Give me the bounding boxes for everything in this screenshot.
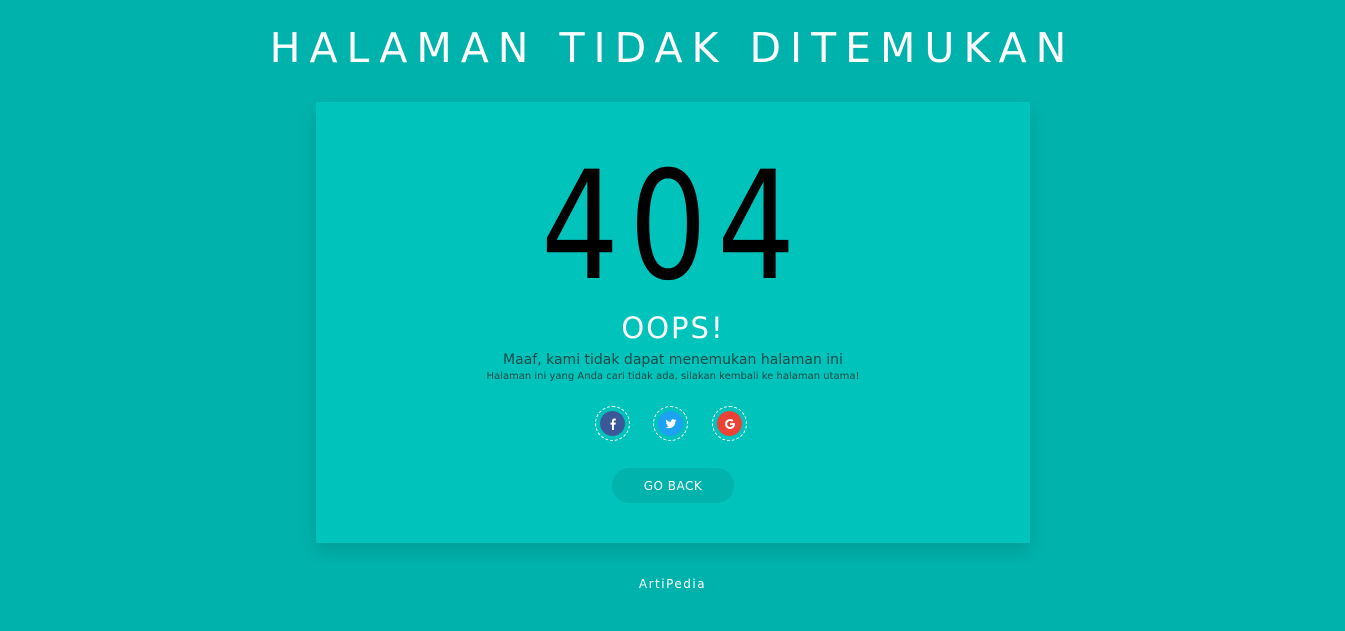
error-card: 404 OOPS! Maaf, kami tidak dapat menemuk… xyxy=(316,102,1030,543)
twitter-icon xyxy=(658,411,683,436)
facebook-icon xyxy=(600,411,625,436)
page-title: HALAMAN TIDAK DITEMUKAN xyxy=(269,24,1076,72)
go-back-button[interactable]: GO BACK xyxy=(612,468,734,503)
social-links xyxy=(316,406,1030,442)
error-message: Maaf, kami tidak dapat menemukan halaman… xyxy=(503,352,843,368)
google-link[interactable] xyxy=(712,406,747,441)
google-icon xyxy=(717,411,742,436)
twitter-link[interactable] xyxy=(653,406,688,441)
error-sub-message: Halaman ini yang Anda cari tidak ada, si… xyxy=(486,371,860,382)
error-code: 404 xyxy=(540,140,806,314)
footer-brand: ArtiPedia xyxy=(638,577,707,591)
facebook-link[interactable] xyxy=(595,406,630,441)
error-heading: OOPS! xyxy=(621,311,725,345)
